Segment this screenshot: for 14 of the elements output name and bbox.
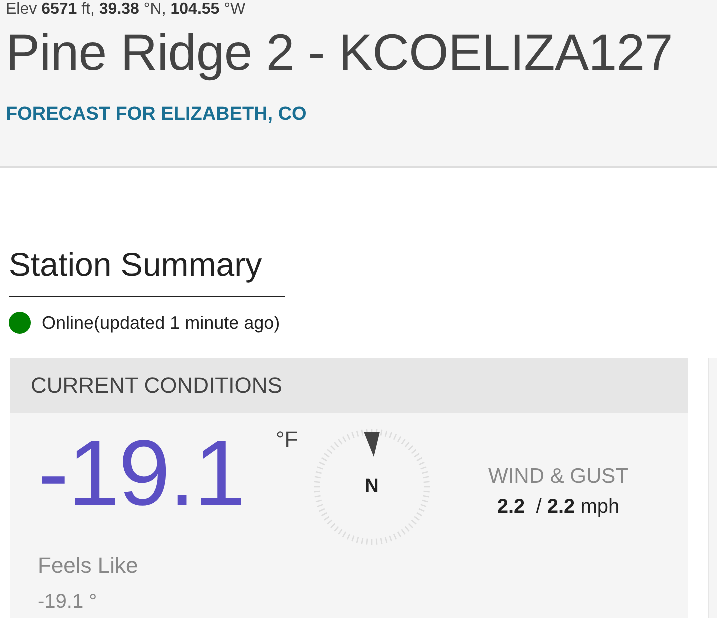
status-text: Online(updated 1 minute ago)	[42, 312, 280, 334]
feels-like-label: Feels Like	[38, 553, 138, 578]
wind-value: 2.2 / 2.2 mph	[497, 496, 620, 519]
location-line: Elev 6571 ft, 39.38 °N, 104.55 °W	[6, 1, 246, 19]
wind-direction: N	[365, 476, 379, 498]
card-heading: CURRENT CONDITIONS	[31, 372, 282, 398]
temperature-value: -19.1	[38, 421, 245, 525]
compass-dial-icon	[312, 427, 432, 547]
station-title: Pine Ridge 2 - KCOELIZA127	[6, 23, 673, 82]
section-heading: Station Summary	[9, 246, 285, 297]
forecast-link[interactable]: FORECAST FOR ELIZABETH, CO	[6, 104, 307, 126]
wind-label: WIND & GUST	[488, 465, 628, 489]
feels-like-value: -19.1 °	[38, 591, 98, 613]
temperature-unit: °F	[275, 427, 298, 452]
